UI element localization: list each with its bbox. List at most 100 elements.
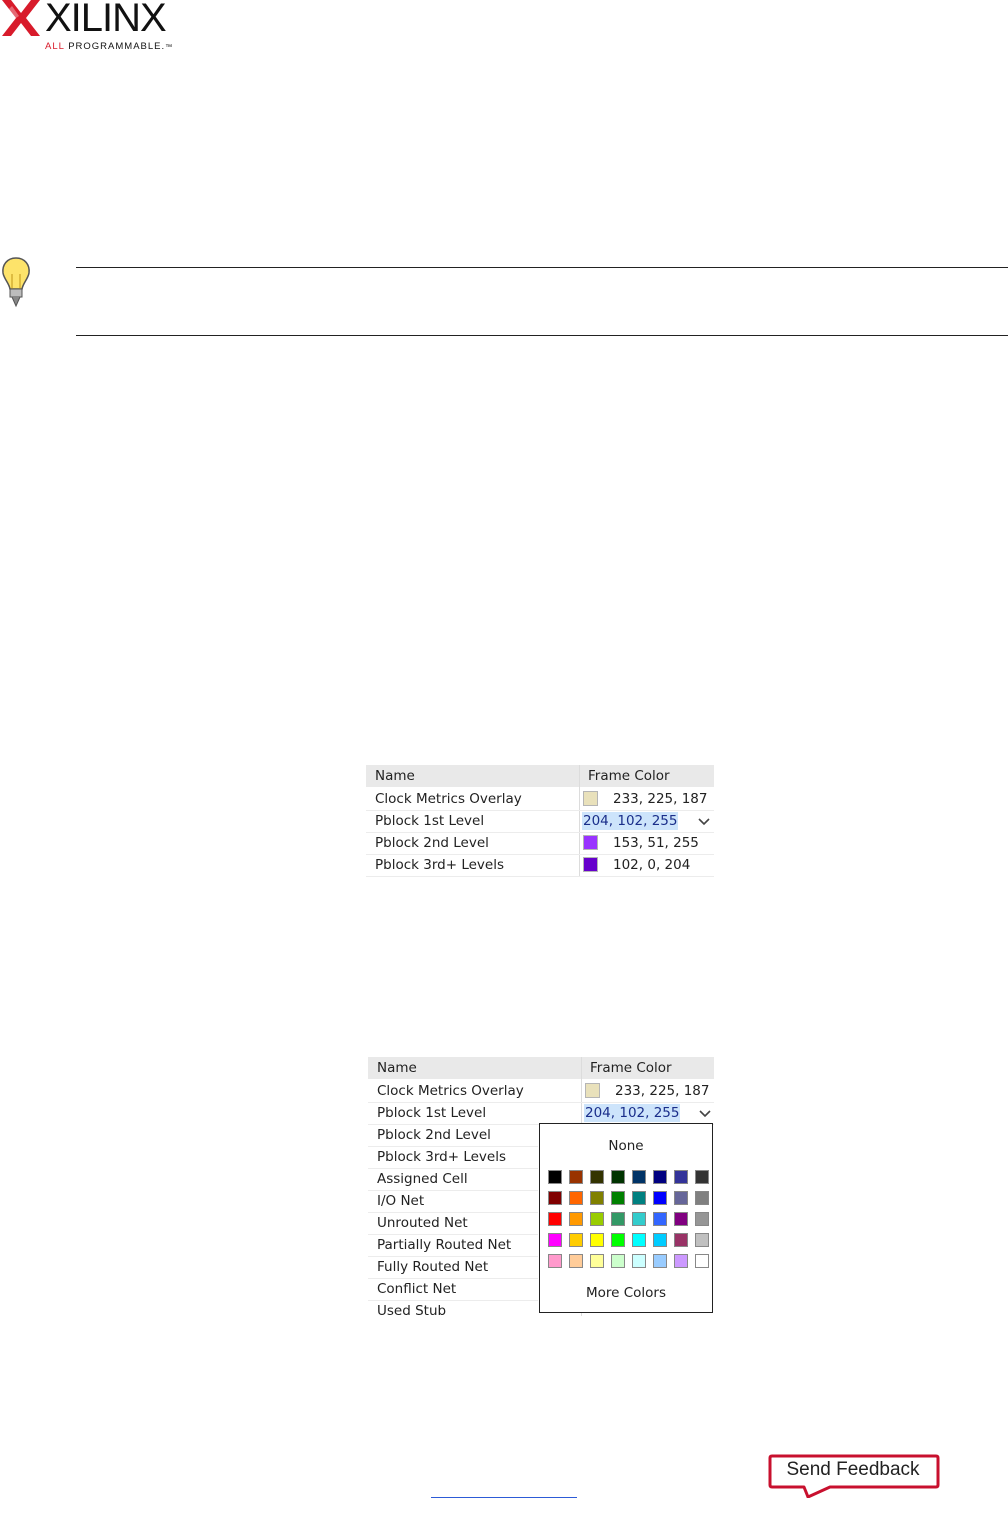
table-row[interactable]: Partially Routed Net: [368, 1234, 538, 1257]
logo-tagline: ALL PROGRAMMABLE.™: [45, 41, 174, 52]
color-swatch-option[interactable]: [548, 1254, 562, 1268]
table-header: Name Frame Color: [368, 1057, 714, 1079]
color-swatch: [585, 1083, 600, 1098]
color-swatch: [583, 857, 598, 872]
header-frame-color: Frame Color: [590, 1060, 672, 1076]
table-row[interactable]: Pblock 1st Level 204, 102, 255: [368, 1102, 714, 1125]
xilinx-mark-icon: [2, 0, 40, 36]
color-swatch-option[interactable]: [611, 1233, 625, 1247]
row-name: Partially Routed Net: [377, 1237, 512, 1253]
color-swatch-option[interactable]: [632, 1254, 646, 1268]
color-swatch-option[interactable]: [569, 1254, 583, 1268]
table-row[interactable]: Clock Metrics Overlay 233, 225, 187: [366, 788, 714, 811]
color-swatch-option[interactable]: [548, 1191, 562, 1205]
color-swatch-option[interactable]: [695, 1233, 709, 1247]
none-color-option[interactable]: None: [540, 1138, 712, 1154]
color-swatch-option[interactable]: [653, 1212, 667, 1226]
color-swatch-option[interactable]: [611, 1254, 625, 1268]
color-swatch-option[interactable]: [695, 1212, 709, 1226]
table-row[interactable]: Pblock 1st Level 204, 102, 255: [366, 810, 714, 833]
color-swatch-option[interactable]: [653, 1254, 667, 1268]
color-picker-popup: None More Colors: [539, 1123, 713, 1313]
color-swatch-option[interactable]: [548, 1212, 562, 1226]
color-swatch: [583, 791, 598, 806]
color-swatch-option[interactable]: [674, 1233, 688, 1247]
chevron-down-icon[interactable]: [698, 1102, 712, 1124]
color-swatch-option[interactable]: [674, 1191, 688, 1205]
row-name: Pblock 2nd Level: [377, 1127, 491, 1143]
color-swatch-option[interactable]: [674, 1170, 688, 1184]
send-feedback-button[interactable]: Send Feedback: [768, 1454, 940, 1498]
color-swatch-option[interactable]: [590, 1233, 604, 1247]
color-swatch-option[interactable]: [569, 1191, 583, 1205]
color-swatch-option[interactable]: [695, 1170, 709, 1184]
color-swatch: [583, 835, 598, 850]
row-name: Pblock 3rd+ Levels: [377, 1149, 506, 1165]
row-color-value: 102, 0, 204: [613, 857, 691, 873]
chevron-down-icon[interactable]: [697, 810, 711, 832]
color-swatch-option[interactable]: [569, 1212, 583, 1226]
row-name: Clock Metrics Overlay: [377, 1083, 524, 1099]
table-row[interactable]: Unrouted Net: [368, 1212, 538, 1235]
header-frame-color: Frame Color: [588, 768, 670, 784]
table-row[interactable]: Assigned Cell: [368, 1168, 538, 1191]
color-swatch-option[interactable]: [590, 1191, 604, 1205]
color-swatch-option[interactable]: [653, 1191, 667, 1205]
row-name: Pblock 1st Level: [377, 1105, 487, 1121]
lightbulb-icon: [2, 257, 30, 308]
color-swatch-option[interactable]: [695, 1254, 709, 1268]
color-value-editor[interactable]: 204, 102, 255: [582, 812, 679, 830]
table-row[interactable]: Pblock 2nd Level: [368, 1124, 538, 1147]
color-swatch-option[interactable]: [674, 1254, 688, 1268]
table-row[interactable]: I/O Net: [368, 1190, 538, 1213]
table-row[interactable]: Clock Metrics Overlay 233, 225, 187: [368, 1080, 714, 1103]
table-row[interactable]: Pblock 3rd+ Levels: [368, 1146, 538, 1169]
color-swatch-option[interactable]: [611, 1191, 625, 1205]
row-name: Used Stub: [377, 1303, 447, 1316]
row-name: Assigned Cell: [377, 1171, 468, 1187]
table-row[interactable]: Pblock 2nd Level 153, 51, 255: [366, 832, 714, 855]
table-row[interactable]: Pblock 3rd+ Levels 102, 0, 204: [366, 854, 714, 877]
row-name: Unrouted Net: [377, 1215, 468, 1231]
row-name: Pblock 1st Level: [375, 813, 485, 829]
color-palette-grid: [548, 1170, 709, 1268]
header-name: Name: [377, 1060, 417, 1076]
color-swatch-option[interactable]: [632, 1170, 646, 1184]
table-header: Name Frame Color: [366, 765, 714, 787]
table-row[interactable]: Fully Routed Net: [368, 1256, 538, 1279]
color-value-editor[interactable]: 204, 102, 255: [584, 1104, 681, 1122]
color-swatch-option[interactable]: [548, 1233, 562, 1247]
header-name: Name: [375, 768, 415, 784]
row-name: Pblock 2nd Level: [375, 835, 489, 851]
color-swatch-option[interactable]: [590, 1254, 604, 1268]
color-swatch-option[interactable]: [695, 1191, 709, 1205]
color-swatch-option[interactable]: [653, 1170, 667, 1184]
row-name: Clock Metrics Overlay: [375, 791, 522, 807]
tip-top-rule: [76, 267, 1008, 268]
color-swatch-option[interactable]: [632, 1191, 646, 1205]
color-swatch-option[interactable]: [632, 1212, 646, 1226]
frame-color-table: Name Frame Color Clock Metrics Overlay 2…: [366, 765, 714, 877]
send-feedback-label: Send Feedback: [786, 1459, 920, 1480]
row-name: Pblock 3rd+ Levels: [375, 857, 504, 873]
table-row[interactable]: Conflict Net: [368, 1278, 538, 1301]
more-colors-button[interactable]: More Colors: [540, 1285, 712, 1301]
xilinx-logo: XILINX ALL PROGRAMMABLE.™: [0, 0, 180, 56]
color-swatch-option[interactable]: [590, 1170, 604, 1184]
color-swatch-option[interactable]: [653, 1233, 667, 1247]
color-swatch-option[interactable]: [590, 1212, 604, 1226]
color-swatch-option[interactable]: [569, 1233, 583, 1247]
color-swatch-option[interactable]: [548, 1170, 562, 1184]
color-swatch-option[interactable]: [674, 1212, 688, 1226]
row-name: Conflict Net: [377, 1281, 457, 1297]
footer-link[interactable]: [431, 1497, 577, 1498]
color-swatch-option[interactable]: [632, 1233, 646, 1247]
color-swatch-option[interactable]: [569, 1170, 583, 1184]
color-swatch-option[interactable]: [611, 1212, 625, 1226]
table-row[interactable]: Used Stub: [368, 1300, 538, 1316]
tip-bottom-rule: [76, 335, 1008, 336]
color-swatch-option[interactable]: [611, 1170, 625, 1184]
row-color-value: 233, 225, 187: [613, 791, 708, 807]
row-color-value: 233, 225, 187: [615, 1083, 710, 1099]
row-name: Fully Routed Net: [377, 1259, 489, 1275]
